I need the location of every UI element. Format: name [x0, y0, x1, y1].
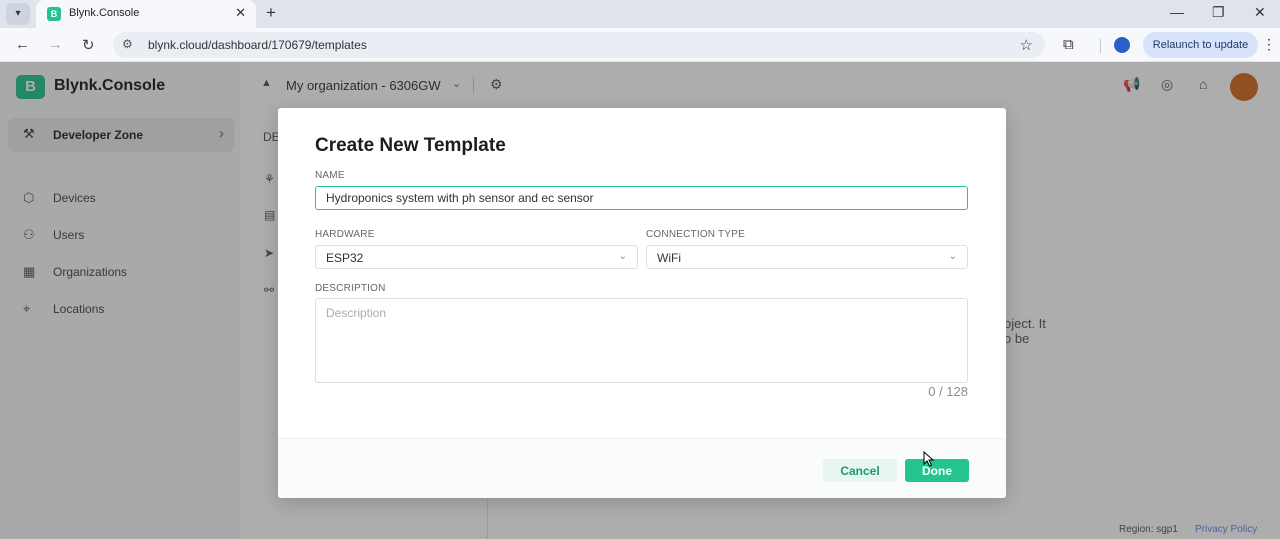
description-label: DESCRIPTION — [315, 283, 386, 294]
browser-tab[interactable]: B Blynk.Console ✕ — [36, 0, 256, 28]
character-counter: 0 / 128 — [928, 384, 968, 399]
tab-title: Blynk.Console — [69, 7, 140, 19]
reload-icon[interactable]: ↻ — [82, 36, 95, 54]
dialog-title: Create New Template — [315, 135, 506, 156]
profile-avatar-icon[interactable] — [1114, 37, 1130, 53]
forward-arrow-icon[interactable]: → — [48, 36, 63, 53]
tab-close-icon[interactable]: ✕ — [235, 5, 246, 21]
restore-icon[interactable]: ❐ — [1212, 4, 1225, 21]
connection-type-label: CONNECTION TYPE — [646, 229, 745, 240]
done-button[interactable]: Done — [905, 459, 969, 482]
url-text: blynk.cloud/dashboard/170679/templates — [148, 38, 367, 52]
relaunch-button[interactable]: Relaunch to update — [1143, 32, 1258, 58]
bookmark-star-icon[interactable]: ☆ — [1020, 36, 1033, 54]
blynk-favicon-icon: B — [47, 7, 61, 21]
browser-menu-icon[interactable]: ⋮ — [1262, 36, 1276, 53]
chevron-down-icon: ⌄ — [948, 251, 957, 262]
new-tab-plus-icon[interactable]: + — [266, 3, 276, 23]
minimize-icon[interactable]: — — [1170, 4, 1184, 20]
hardware-value: ESP32 — [326, 251, 364, 265]
cancel-button[interactable]: Cancel — [823, 459, 897, 482]
mouse-cursor-icon — [923, 451, 935, 467]
create-template-dialog: Create New Template NAME HARDWARE ESP32 … — [278, 108, 1006, 498]
connection-type-value: WiFi — [657, 251, 681, 265]
dialog-footer: Cancel Done — [278, 438, 1006, 498]
back-arrow-icon[interactable]: ← — [15, 36, 30, 53]
address-bar[interactable]: ⚙ blynk.cloud/dashboard/170679/templates… — [113, 32, 1045, 58]
hardware-label: HARDWARE — [315, 229, 375, 240]
tab-search-button[interactable]: ▾ — [6, 3, 30, 25]
extensions-puzzle-icon[interactable]: ⧉ — [1063, 36, 1074, 53]
site-settings-icon[interactable]: ⚙ — [122, 37, 133, 51]
description-textarea[interactable] — [315, 298, 968, 383]
template-name-input[interactable] — [315, 186, 968, 210]
browser-toolbar: ← → ↻ ⚙ blynk.cloud/dashboard/170679/tem… — [0, 28, 1280, 62]
connection-type-select[interactable]: WiFi ⌄ — [646, 245, 968, 269]
toolbar-divider — [1100, 39, 1101, 53]
chevron-down-icon: ⌄ — [618, 251, 627, 262]
name-label: NAME — [315, 170, 345, 181]
window-close-icon[interactable]: ✕ — [1254, 4, 1266, 21]
browser-tab-bar: ▾ B Blynk.Console ✕ + — ❐ ✕ — [0, 0, 1280, 28]
hardware-select[interactable]: ESP32 ⌄ — [315, 245, 638, 269]
